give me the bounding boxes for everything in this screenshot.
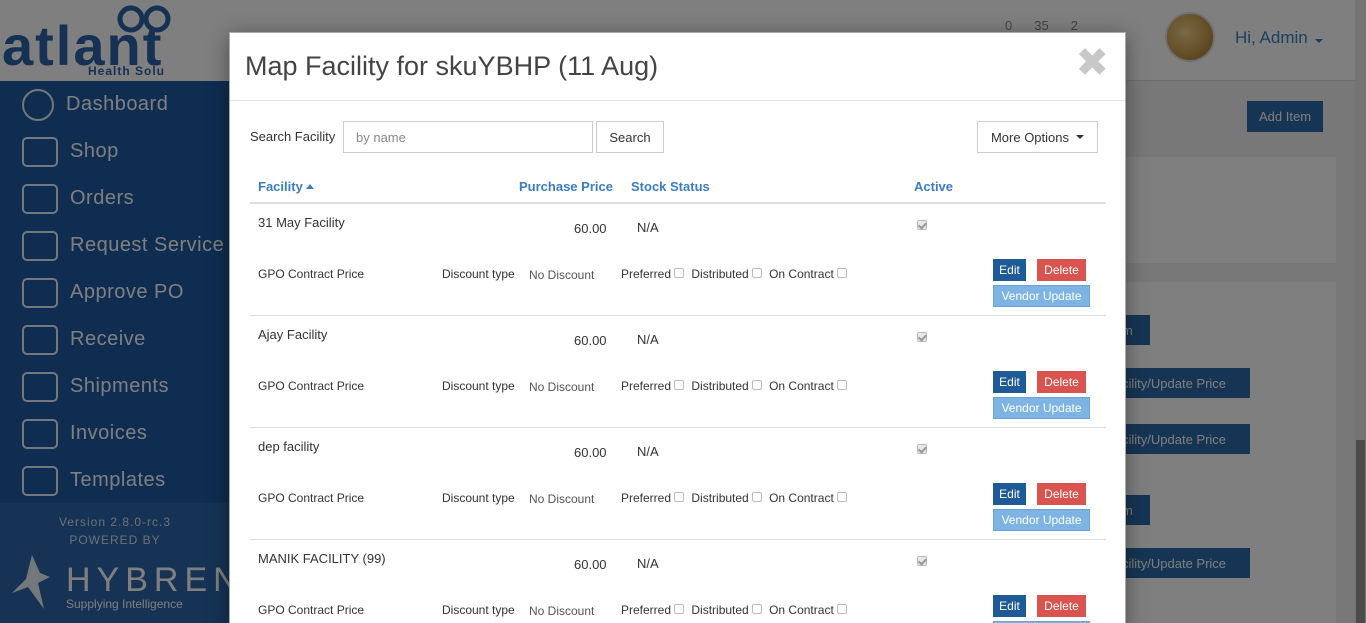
caret-down-icon (1076, 135, 1085, 139)
discount-type-value: No Discount (529, 604, 595, 618)
distributed-checkbox[interactable] (751, 380, 762, 390)
table-header: Facility Purchase Price Stock Status Act… (250, 171, 1106, 204)
modal-header: Map Facility for skuYBHP (11 Aug) ✖ (230, 33, 1125, 101)
preferred-checkbox[interactable] (674, 604, 685, 614)
on-contract-checkbox[interactable] (836, 380, 847, 390)
preferred-checkbox[interactable] (674, 492, 685, 502)
stock-status: N/A (637, 332, 659, 347)
gpo-contract-price-label: GPO Contract Price (258, 603, 365, 617)
map-facility-modal: Map Facility for skuYBHP (11 Aug) ✖ Sear… (229, 32, 1126, 623)
table-row: Ajay Facility 60.00 N/A GPO Contract Pri… (250, 316, 1106, 428)
search-facility-label: Search Facility (250, 129, 336, 144)
search-bar: Search Facility Search More Options (250, 121, 1100, 153)
table-row: 31 May Facility 60.00 N/A GPO Contract P… (250, 204, 1106, 316)
vendor-update-button[interactable]: Vendor Update (993, 397, 1090, 419)
gpo-contract-price-label: GPO Contract Price (258, 267, 365, 281)
distributed-checkbox[interactable] (751, 492, 762, 502)
gpo-contract-price-label: GPO Contract Price (258, 491, 365, 505)
table-row: MANIK FACILITY (99) 60.00 N/A GPO Contra… (250, 540, 1106, 623)
preferred-checkbox[interactable] (674, 380, 685, 390)
flag-checkboxes: Preferred Distributed On Contract (621, 379, 851, 393)
facility-name: MANIK FACILITY (99) (258, 551, 386, 566)
more-options-button[interactable]: More Options (977, 121, 1098, 153)
delete-button[interactable]: Delete (1037, 259, 1086, 281)
on-contract-checkbox[interactable] (836, 492, 847, 502)
purchase-price: 60.00 (574, 333, 607, 348)
facility-name: dep facility (258, 439, 320, 454)
active-checkbox[interactable] (917, 220, 927, 230)
stock-status: N/A (637, 220, 659, 235)
preferred-label: Preferred (621, 379, 672, 393)
vendor-update-button[interactable]: Vendor Update (993, 509, 1090, 531)
vendor-update-button[interactable]: Vendor Update (993, 285, 1090, 307)
preferred-checkbox[interactable] (674, 268, 685, 278)
sort-ascending-icon (305, 184, 314, 189)
column-header-stock-status[interactable]: Stock Status (631, 179, 710, 194)
purchase-price: 60.00 (574, 445, 607, 460)
discount-type-value: No Discount (529, 380, 595, 394)
stock-status: N/A (637, 444, 659, 459)
delete-button[interactable]: Delete (1037, 483, 1086, 505)
search-input[interactable] (343, 121, 593, 153)
distributed-checkbox[interactable] (751, 604, 762, 614)
purchase-price: 60.00 (574, 221, 607, 236)
on-contract-checkbox[interactable] (836, 268, 847, 278)
discount-type-label: Discount type (442, 491, 515, 505)
edit-button[interactable]: Edit (993, 595, 1026, 617)
distributed-label: Distributed (691, 379, 749, 393)
modal-title: Map Facility for skuYBHP (11 Aug) (245, 51, 659, 81)
distributed-label: Distributed (691, 603, 749, 617)
preferred-label: Preferred (621, 267, 672, 281)
preferred-label: Preferred (621, 603, 672, 617)
distributed-label: Distributed (691, 267, 749, 281)
facility-name: Ajay Facility (258, 327, 328, 342)
edit-button[interactable]: Edit (993, 483, 1026, 505)
discount-type-label: Discount type (442, 267, 515, 281)
search-button[interactable]: Search (596, 121, 664, 153)
purchase-price: 60.00 (574, 557, 607, 572)
active-checkbox[interactable] (917, 444, 927, 454)
column-header-purchase-price[interactable]: Purchase Price (519, 179, 613, 194)
column-header-label: Facility (258, 179, 303, 194)
column-header-active[interactable]: Active (914, 179, 953, 194)
close-icon[interactable]: ✖ (1075, 43, 1109, 83)
discount-type-value: No Discount (529, 268, 595, 282)
delete-button[interactable]: Delete (1037, 595, 1086, 617)
delete-button[interactable]: Delete (1037, 371, 1086, 393)
flag-checkboxes: Preferred Distributed On Contract (621, 267, 851, 281)
facility-table: Facility Purchase Price Stock Status Act… (250, 171, 1106, 623)
distributed-checkbox[interactable] (751, 268, 762, 278)
column-header-facility[interactable]: Facility (258, 179, 314, 194)
active-checkbox[interactable] (917, 332, 927, 342)
on-contract-label: On Contract (769, 379, 834, 393)
discount-type-value: No Discount (529, 492, 595, 506)
on-contract-label: On Contract (769, 491, 834, 505)
stock-status: N/A (637, 556, 659, 571)
discount-type-label: Discount type (442, 603, 515, 617)
table-row: dep facility 60.00 N/A GPO Contract Pric… (250, 428, 1106, 540)
distributed-label: Distributed (691, 491, 749, 505)
more-options-label: More Options (990, 129, 1070, 145)
edit-button[interactable]: Edit (993, 371, 1026, 393)
on-contract-label: On Contract (769, 603, 834, 617)
gpo-contract-price-label: GPO Contract Price (258, 379, 365, 393)
flag-checkboxes: Preferred Distributed On Contract (621, 603, 851, 617)
on-contract-checkbox[interactable] (836, 604, 847, 614)
edit-button[interactable]: Edit (993, 259, 1026, 281)
facility-name: 31 May Facility (258, 215, 345, 230)
active-checkbox[interactable] (917, 556, 927, 566)
on-contract-label: On Contract (769, 267, 834, 281)
discount-type-label: Discount type (442, 379, 515, 393)
flag-checkboxes: Preferred Distributed On Contract (621, 491, 851, 505)
preferred-label: Preferred (621, 491, 672, 505)
